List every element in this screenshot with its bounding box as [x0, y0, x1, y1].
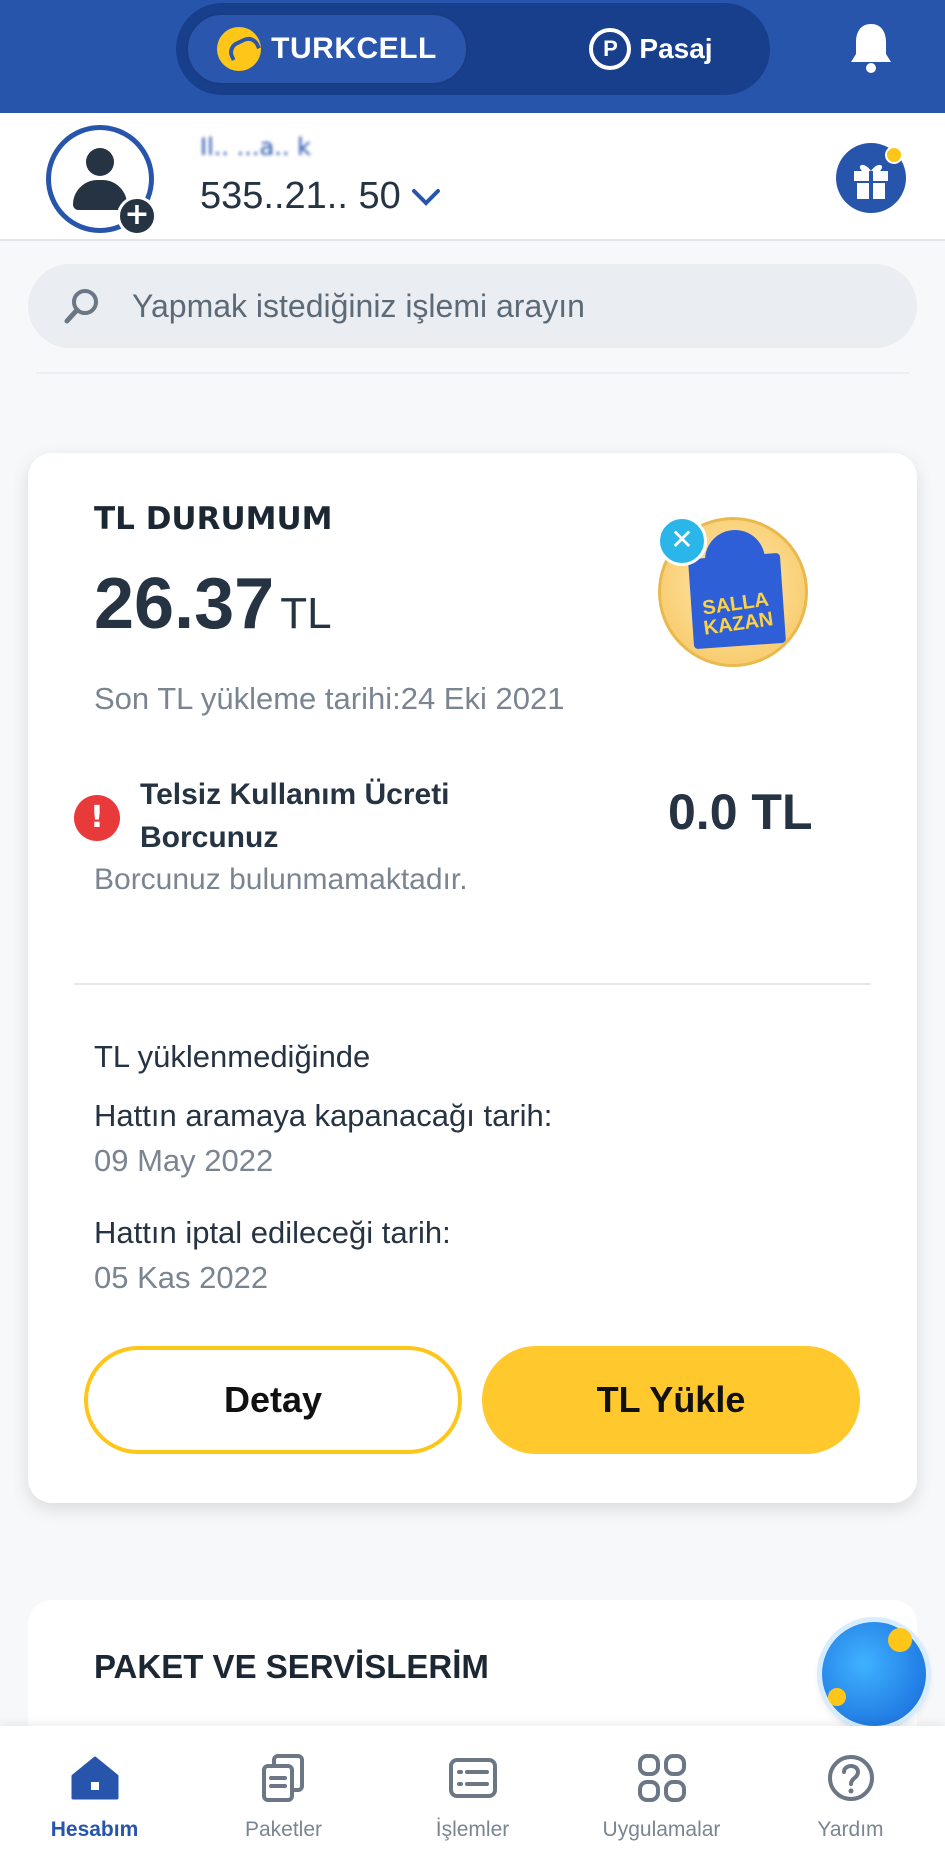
- avatar-head: [86, 148, 114, 176]
- bottom-nav: Hesabım Paketler İşlemler Uygulamalar Ya…: [0, 1726, 945, 1863]
- tab-pasaj-label: Pasaj: [639, 33, 713, 64]
- chevron-down-icon: [411, 188, 440, 206]
- nav-label: Yardım: [817, 1818, 884, 1841]
- tl-status-card: TL DURUMUM 26.37 TL Son TL yükleme tarihi…: [28, 453, 917, 1503]
- avatar[interactable]: +: [46, 125, 157, 236]
- line-close-label: Hattın aramaya kapanacağı tarih:: [94, 1098, 553, 1133]
- nav-item-yardim[interactable]: Yardım: [756, 1726, 945, 1863]
- last-load-date: Son TL yükleme tarihi:24 Eki 2021: [94, 681, 565, 716]
- notification-bell-icon[interactable]: [848, 20, 894, 74]
- close-icon[interactable]: ✕: [657, 516, 707, 566]
- home-icon: [71, 1756, 118, 1800]
- gift-badge: [885, 146, 903, 164]
- line-close-date: 09 May 2022: [94, 1143, 274, 1178]
- balance-unit: TL: [280, 589, 332, 638]
- nav-label: Hesabım: [50, 1818, 139, 1841]
- warning-icon: !: [74, 795, 120, 841]
- no-load-heading: TL yüklenmediğinde: [94, 1039, 371, 1074]
- load-tl-button[interactable]: TL Yükle: [482, 1346, 860, 1454]
- debt-amount: 0.0 TL: [668, 784, 813, 840]
- line-cancel-label: Hattın iptal edileceği tarih:: [94, 1215, 451, 1250]
- phone-number: 535..21.. 50: [200, 175, 401, 217]
- line-cancel-date: 05 Kas 2022: [94, 1260, 269, 1295]
- nav-item-islemler[interactable]: İşlemler: [378, 1726, 567, 1863]
- balance-value: 26.37: [94, 564, 275, 644]
- search-placeholder: Yapmak istediğiniz işlemi arayın: [132, 287, 585, 324]
- packages-icon: [261, 1754, 304, 1802]
- pasaj-logo-icon: P: [589, 28, 632, 70]
- balance-amount: 26.37 TL: [94, 563, 332, 645]
- nav-item-paketler[interactable]: Paketler: [189, 1726, 378, 1863]
- packages-title: PAKET VE SERVİSLERİM: [94, 1648, 489, 1685]
- assistant-bubble-button[interactable]: [822, 1622, 926, 1726]
- card-title: TL DURUMUM: [94, 501, 333, 537]
- brand-switcher: TURKCELL P Pasaj: [176, 3, 770, 95]
- search-icon: [64, 289, 98, 324]
- add-account-icon[interactable]: +: [117, 196, 157, 236]
- tab-pasaj[interactable]: P Pasaj: [556, 13, 746, 85]
- tab-turkcell[interactable]: TURKCELL: [186, 13, 468, 85]
- turkcell-logo-icon: [217, 27, 262, 71]
- apps-icon: [637, 1754, 686, 1802]
- detail-button[interactable]: Detay: [84, 1346, 462, 1454]
- assistant-dot: [888, 1628, 912, 1652]
- phone-selector[interactable]: 535..21.. 50: [200, 175, 441, 218]
- top-bar: TURKCELL P Pasaj: [0, 0, 945, 113]
- nav-label: Paketler: [244, 1818, 323, 1841]
- help-icon: [827, 1755, 874, 1801]
- debt-title: Telsiz Kullanım Ücreti Borcunuz: [140, 778, 450, 854]
- packages-card: PAKET VE SERVİSLERİM: [28, 1600, 917, 1740]
- divider: [36, 372, 909, 374]
- nav-item-uygulamalar[interactable]: Uygulamalar: [567, 1726, 756, 1863]
- shake-win-promo[interactable]: SALLA KAZAN ✕: [657, 516, 808, 667]
- divider: [74, 983, 871, 985]
- user-name: Il.. ...a.. k: [200, 133, 312, 155]
- gift-button[interactable]: [836, 143, 906, 213]
- assistant-dot: [828, 1688, 846, 1706]
- tab-turkcell-label: TURKCELL: [271, 32, 437, 65]
- profile-bar: + Il.. ...a.. k 535..21.. 50: [0, 113, 945, 241]
- search-bar[interactable]: Yapmak istediğiniz işlemi arayın: [28, 264, 917, 348]
- nav-label: İşlemler: [435, 1818, 510, 1841]
- nav-item-hesabim[interactable]: Hesabım: [0, 1726, 189, 1863]
- nav-label: Uygulamalar: [602, 1818, 721, 1841]
- debt-note: Borcunuz bulunmamaktadır.: [94, 863, 468, 896]
- transactions-icon: [448, 1758, 497, 1798]
